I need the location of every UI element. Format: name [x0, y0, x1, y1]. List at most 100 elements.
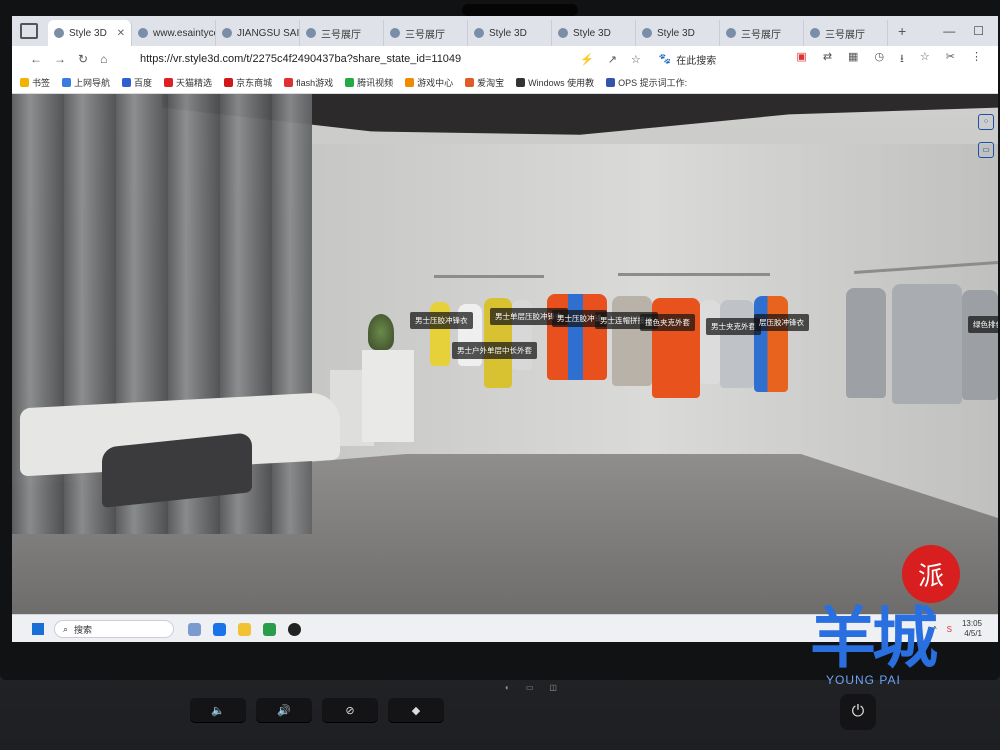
bookmark-label: 天猫精选	[176, 78, 213, 88]
nav-buttons: ← → ↻ ⌂	[12, 52, 140, 66]
tab-favicon-icon	[474, 28, 484, 38]
rog-key[interactable]: ◆	[388, 698, 444, 722]
lightning-icon[interactable]: ⚡	[580, 53, 594, 66]
taskbar-search-placeholder: 搜索	[74, 624, 93, 635]
bookmark-item[interactable]: 上网导航	[62, 76, 110, 89]
tab-6[interactable]: Style 3D	[552, 20, 636, 46]
media-keys: 🔈 🔊 ⊘ ◆	[190, 698, 444, 722]
bookmark-item[interactable]: 天猫精选	[164, 76, 212, 89]
bookmark-label: 上网导航	[74, 78, 111, 88]
wechat-icon[interactable]	[263, 622, 276, 636]
baidu-icon	[122, 78, 132, 87]
tab-favicon-icon	[222, 28, 232, 38]
volume-down-key[interactable]: 🔈	[190, 698, 246, 722]
taskbar-apps	[188, 622, 301, 636]
media-player-icon[interactable]	[288, 622, 301, 636]
jacket[interactable]	[547, 294, 607, 380]
drive-led-icon: ◫	[549, 683, 557, 692]
translate-icon[interactable]: ⇄	[823, 50, 832, 69]
windows-start-icon[interactable]	[32, 623, 44, 635]
tab-favicon-icon	[642, 28, 652, 38]
jacket[interactable]	[962, 290, 998, 400]
viewer-side-controls: ⁘ ▭	[978, 114, 994, 158]
bookmark-star-icon	[20, 78, 29, 87]
jacket[interactable]	[892, 284, 962, 404]
flash-icon	[284, 78, 294, 87]
tab-favicon-icon	[390, 28, 400, 38]
scissors-icon[interactable]: ✂	[946, 50, 955, 69]
star-icon[interactable]: ☆	[631, 53, 641, 66]
bookmark-item[interactable]: OPS 提示词工作:	[606, 76, 687, 89]
forward-icon[interactable]: →	[54, 52, 66, 66]
search-box[interactable]: 🐾 在此搜索	[659, 52, 716, 67]
tab-4[interactable]: 三号展厅	[384, 20, 468, 46]
maximize-icon[interactable]: ☐	[973, 24, 984, 38]
tab-3[interactable]: 三号展厅	[300, 20, 384, 46]
bookmark-label: 百度	[134, 78, 153, 88]
bookmark-label: flash游戏	[296, 78, 334, 88]
close-icon[interactable]: ✕	[117, 28, 125, 39]
url-field[interactable]: https://vr.style3d.com/t/2275c4f2490437b…	[140, 53, 580, 65]
history-icon[interactable]: ◷	[874, 50, 884, 69]
jacket[interactable]	[700, 300, 720, 384]
tab-0[interactable]: Style 3D ✕	[48, 20, 132, 46]
watermark-subtext: YOUNG PAI	[826, 673, 901, 687]
tab-2[interactable]: JIANGSU SAINT	[216, 20, 300, 46]
bookmark-item[interactable]: Windows 使用教	[516, 76, 594, 89]
jacket[interactable]	[754, 296, 788, 392]
bookmark-item[interactable]: flash游戏	[284, 76, 333, 89]
favorites-icon[interactable]: ☆	[920, 50, 930, 69]
product-label[interactable]: 层压胶冲锋衣	[754, 314, 809, 331]
grid-icon[interactable]: ▦	[848, 50, 858, 69]
jacket[interactable]	[846, 288, 886, 398]
tab-favicon-icon	[810, 28, 820, 38]
home-icon[interactable]: ⌂	[100, 52, 107, 66]
bookmark-item[interactable]: 爱淘宝	[465, 76, 504, 89]
mic-mute-key[interactable]: ⊘	[322, 698, 378, 722]
browser-app-icon[interactable]	[213, 622, 226, 636]
share-icon[interactable]: ↗	[608, 53, 617, 66]
bookmark-label: 爱淘宝	[477, 78, 505, 88]
taskbar-search[interactable]: ⌕ 搜索	[54, 620, 174, 638]
bookmark-item[interactable]: 腾讯视频	[345, 76, 393, 89]
bookmark-label: 书签	[32, 78, 51, 88]
product-label[interactable]: 男士夹克外套	[706, 318, 761, 335]
jacket[interactable]	[652, 298, 700, 398]
jacket[interactable]	[720, 300, 754, 388]
product-label[interactable]: 男士压胶冲锋衣	[410, 312, 473, 329]
refresh-icon[interactable]: ↻	[78, 52, 88, 66]
game-icon	[405, 78, 415, 87]
date-text: 4/5/1	[964, 629, 982, 638]
product-label[interactable]: 绿色排色	[968, 316, 998, 333]
grid-view-icon[interactable]: ⁘	[978, 114, 994, 130]
back-icon[interactable]: ←	[30, 52, 42, 66]
tab-9[interactable]: 三号展厅	[804, 20, 888, 46]
jacket[interactable]	[612, 296, 652, 386]
menu-icon[interactable]: ⋮	[971, 50, 982, 69]
bookmark-label: 腾讯视频	[357, 78, 394, 88]
download-icon[interactable]: ⭳	[900, 50, 904, 69]
pdf-icon[interactable]: ▣	[796, 50, 806, 69]
vr-icon[interactable]: ▭	[978, 142, 994, 158]
volume-up-key[interactable]: 🔊	[256, 698, 312, 722]
tab-label: Style 3D	[69, 27, 107, 39]
status-leds: ◐ ▭ ◫	[505, 683, 557, 692]
tab-5[interactable]: Style 3D	[468, 20, 552, 46]
tab-8[interactable]: 三号展厅	[720, 20, 804, 46]
new-tab-button[interactable]: +	[898, 23, 906, 39]
bookmark-label: Windows 使用教	[528, 78, 595, 88]
file-explorer-icon[interactable]	[238, 622, 251, 636]
bookmark-item[interactable]: 京东商城	[224, 76, 272, 89]
bookmark-item[interactable]: 游戏中心	[405, 76, 453, 89]
bookmark-item[interactable]: 书签	[20, 76, 50, 89]
tab-1[interactable]: www.esaintycorp	[132, 20, 216, 46]
window-icon[interactable]	[20, 23, 38, 39]
tab-7[interactable]: Style 3D	[636, 20, 720, 46]
clock[interactable]: 13:05 4/5/1	[962, 619, 982, 639]
bookmark-item[interactable]: 百度	[122, 76, 152, 89]
product-label[interactable]: 撞色夹克外套	[640, 314, 695, 331]
minimize-icon[interactable]: —	[943, 24, 955, 38]
product-label[interactable]: 男士户外单层中长外套	[452, 342, 537, 359]
widgets-icon[interactable]	[188, 622, 201, 636]
showroom-viewport[interactable]: 男士压胶冲锋衣 男士单层压胶冲锋衣 男士户外单层中长外套 男士压胶冲锋 男士连帽…	[12, 94, 998, 614]
